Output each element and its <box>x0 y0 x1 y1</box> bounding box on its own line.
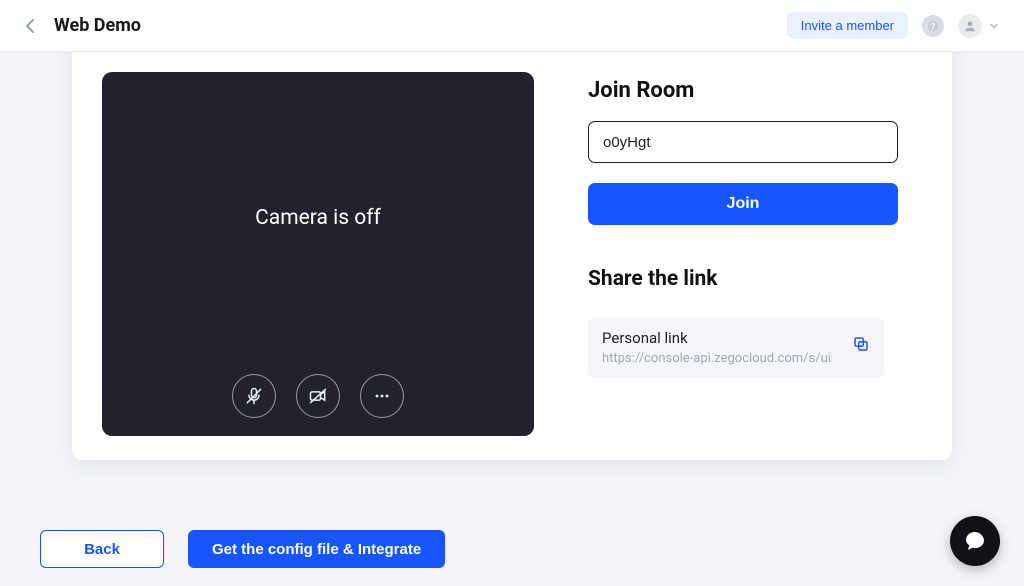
get-config-button[interactable]: Get the config file & Integrate <box>188 530 445 568</box>
camera-status-text: Camera is off <box>255 206 381 230</box>
copy-icon <box>852 335 870 353</box>
page-title: Web Demo <box>54 15 141 36</box>
camera-off-icon <box>308 386 328 406</box>
app-header: Web Demo Invite a member ? <box>0 0 1024 52</box>
footer-actions: Back Get the config file & Integrate <box>40 530 445 568</box>
back-chevron[interactable] <box>16 12 44 40</box>
chat-icon <box>963 529 987 553</box>
personal-link-label: Personal link <box>602 329 832 347</box>
share-heading: Share the link <box>588 267 922 291</box>
mic-off-icon <box>244 386 264 406</box>
join-button[interactable]: Join <box>588 183 898 225</box>
room-id-input[interactable] <box>588 121 898 163</box>
user-menu[interactable] <box>958 14 1000 38</box>
personal-link-box: Personal link https://console-api.zegocl… <box>588 317 884 378</box>
join-panel: Join Room Join Share the link Personal l… <box>588 78 922 436</box>
avatar-icon <box>958 14 982 38</box>
more-icon <box>372 386 392 406</box>
invite-member-button[interactable]: Invite a member <box>787 12 908 39</box>
personal-link-url: https://console-api.zegocloud.com/s/uiki… <box>602 351 832 366</box>
chevron-down-icon <box>988 20 1000 32</box>
help-icon[interactable]: ? <box>922 15 944 37</box>
demo-card: Camera is off <box>72 18 952 460</box>
video-preview: Camera is off <box>102 72 534 436</box>
back-button[interactable]: Back <box>40 530 164 568</box>
svg-text:?: ? <box>931 22 936 31</box>
copy-link-button[interactable] <box>852 329 870 357</box>
more-options-button[interactable] <box>360 374 404 418</box>
video-controls <box>232 374 404 418</box>
toggle-camera-button[interactable] <box>296 374 340 418</box>
main-stage: Camera is off <box>0 52 1024 586</box>
toggle-mic-button[interactable] <box>232 374 276 418</box>
share-section: Share the link Personal link https://con… <box>588 267 922 378</box>
chat-fab[interactable] <box>950 516 1000 566</box>
join-room-heading: Join Room <box>588 78 922 103</box>
